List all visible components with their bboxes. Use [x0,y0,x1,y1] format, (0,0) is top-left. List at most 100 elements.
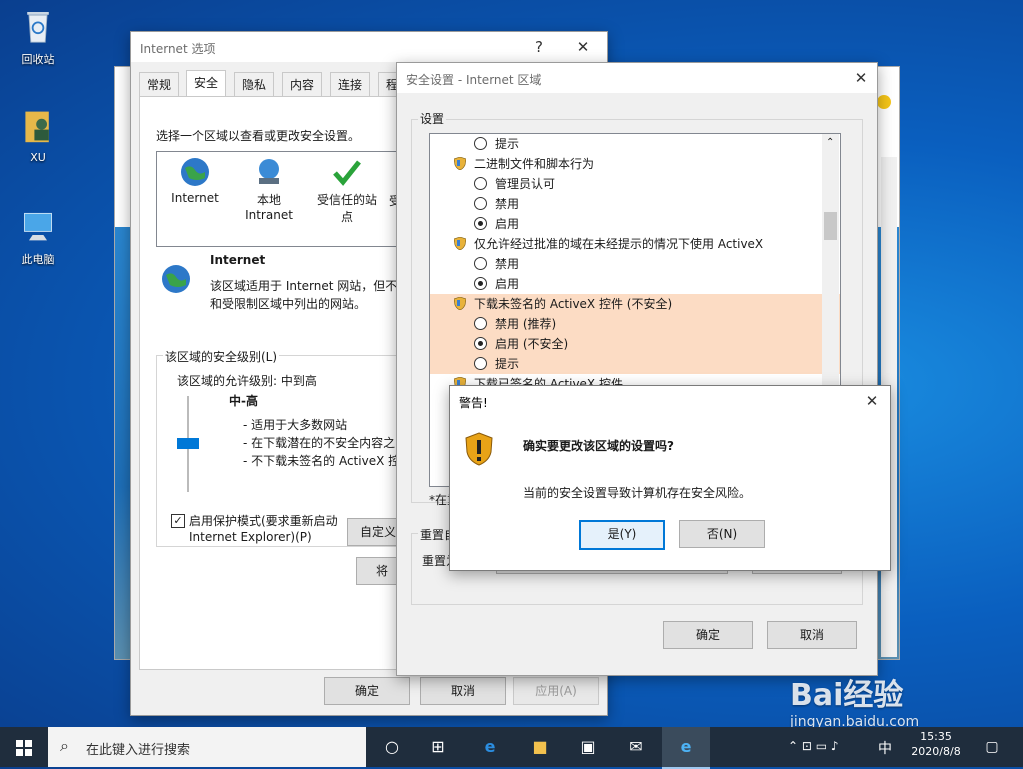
setting-option[interactable]: 启用 [430,214,840,234]
setting-label: 禁用 [495,197,520,211]
tab-security[interactable]: 安全 [186,70,227,98]
recycle-bin-icon [27,12,49,43]
taskbar: ⌕ 在此键入进行搜索 ○ ⊞ e ■ ▣ ✉ e ⌃ ⊡ ▭ ♪ 中 15:35… [0,727,1023,769]
protected-mode-checkbox[interactable]: ✓ [171,514,185,528]
desktop-icon-user-folder[interactable]: XU [8,108,68,164]
allowed-level: 该区域的允许级别: 中到高 [177,374,317,388]
setting-shield-icon [453,156,467,171]
radio-button[interactable] [474,337,487,350]
apply-button[interactable]: 应用(A) [513,677,599,705]
close-button[interactable]: ✕ [569,35,597,59]
warning-dialog: 警告! ✕ 确实要更改该区域的设置吗? 当前的安全设置导致计算机存在安全风险。 … [449,385,891,571]
zone-title: Internet [210,253,266,267]
close-button[interactable]: ✕ [858,389,886,413]
task-switch-icon[interactable]: ⊞ [414,727,462,767]
radio-button[interactable] [474,177,487,190]
setting-shield-icon [453,296,467,311]
tray-icons[interactable]: ⌃ ⊡ ▭ ♪ [788,739,839,753]
setting-option[interactable]: 启用 (不安全) [430,334,840,354]
edge-icon[interactable]: e [466,727,514,767]
baidu-watermark: Bai经验 jingyan.baidu.com [790,670,919,730]
warning-titlebar: 警告! ✕ [450,386,890,416]
radio-button[interactable] [474,317,487,330]
setting-option[interactable]: 启用 [430,274,840,294]
notifications-icon[interactable]: ▢ [968,727,1016,767]
warning-detail: 当前的安全设置导致计算机存在安全风险。 [523,486,752,500]
desktop-icon-this-pc[interactable]: 此电脑 [8,208,68,267]
level-desc-1: - 适用于大多数网站 [243,418,348,432]
setting-category: 仅允许经过批准的域在未经提示的情况下使用 ActiveX [430,234,840,254]
security-settings-titlebar: 安全设置 - Internet 区域 ✕ [397,63,877,93]
watermark-logo: Bai经验 [790,678,904,713]
radio-button[interactable] [474,137,487,150]
setting-option[interactable]: 提示 [430,354,840,374]
zone-local-intranet[interactable]: 本地 Intranet [237,156,301,222]
setting-label: 启用 (不安全) [495,337,569,351]
ime-indicator[interactable]: 中 [878,738,892,758]
setting-label: 仅允许经过批准的域在未经提示的情况下使用 ActiveX [474,237,764,251]
group-label: 该区域的安全级别(L) [163,348,280,365]
ie-icon[interactable]: e [662,727,710,769]
warning-question: 确实要更改该区域的设置吗? [523,439,674,453]
taskbar-search-box[interactable]: ⌕ 在此键入进行搜索 [48,727,366,767]
setting-option[interactable]: 禁用 [430,194,840,214]
radio-button[interactable] [474,257,487,270]
setting-option[interactable]: 禁用 (推荐) [430,314,840,334]
protected-mode-label-2: Internet Explorer)(P) [189,530,312,544]
start-button[interactable] [0,727,48,767]
radio-button[interactable] [474,277,487,290]
task-view-icon[interactable]: ○ [368,727,416,767]
setting-label: 管理员认可 [495,177,556,191]
cancel-button[interactable]: 取消 [420,677,506,705]
globe-icon [181,158,209,186]
clock[interactable]: 15:35 2020/8/8 [906,730,966,758]
setting-option[interactable]: 禁用 [430,254,840,274]
group-label: 设置 [418,110,447,127]
security-settings-dialog: 安全设置 - Internet 区域 ✕ 设置 提示 二进制文件和脚本行为 管理员认… [396,62,878,676]
dialog-title: 警告! [459,396,488,410]
checkmark-icon [333,160,361,186]
cancel-button[interactable]: 取消 [767,621,857,649]
tab-connections[interactable]: 连接 [330,72,371,97]
setting-category: 下载未签名的 ActiveX 控件 (不安全) [430,294,840,314]
zone-internet[interactable]: Internet [167,156,223,205]
close-button[interactable]: ✕ [847,66,875,90]
search-placeholder: 在此键入进行搜索 [86,743,191,758]
scrollbar-thumb[interactable] [824,212,837,240]
ok-button[interactable]: 确定 [663,621,753,649]
level-slider-thumb[interactable] [177,438,199,449]
no-button[interactable]: 否(N) [679,520,765,548]
zone-trusted-sites[interactable]: 受信任的站 点 [309,156,385,225]
setting-option[interactable]: 提示 [430,134,840,154]
tab-privacy[interactable]: 隐私 [234,72,275,97]
ok-button[interactable]: 确定 [324,677,410,705]
setting-label: 禁用 (推荐) [495,317,557,331]
level-desc-2: - 在下载潜在的不安全内容之 [243,436,396,450]
warning-shield-icon [465,432,493,466]
radio-button[interactable] [474,357,487,370]
tab-content[interactable]: 内容 [282,72,323,97]
zone-label: 受信任的站 点 [316,193,377,224]
radio-button[interactable] [474,217,487,230]
store-icon[interactable]: ▣ [564,727,612,767]
scroll-up-icon[interactable]: ⌃ [826,137,834,148]
protected-mode-label-1: 启用保护模式(要求重新启动 [189,514,338,528]
clock-time: 15:35 [920,730,952,743]
desktop-icon-label: 回收站 [21,53,55,66]
setting-label: 禁用 [495,257,520,271]
yes-button[interactable]: 是(Y) [579,520,665,550]
setting-option[interactable]: 管理员认可 [430,174,840,194]
smiley-icon [877,95,891,109]
intranet-icon [259,159,279,184]
desktop-icon-recycle-bin[interactable]: 回收站 [8,8,68,67]
radio-button[interactable] [474,197,487,210]
tab-general[interactable]: 常规 [139,72,180,97]
help-button[interactable]: ? [525,35,553,59]
setting-label: 提示 [495,137,520,151]
mail-icon[interactable]: ✉ [612,727,660,767]
file-explorer-icon[interactable]: ■ [516,727,564,767]
zone-label: 本地 Intranet [245,193,293,222]
clock-date: 2020/8/8 [911,745,961,758]
level-desc-3: - 不下载未签名的 ActiveX 控 [243,454,401,468]
internet-options-titlebar: Internet 选项 ? ✕ [131,32,607,62]
